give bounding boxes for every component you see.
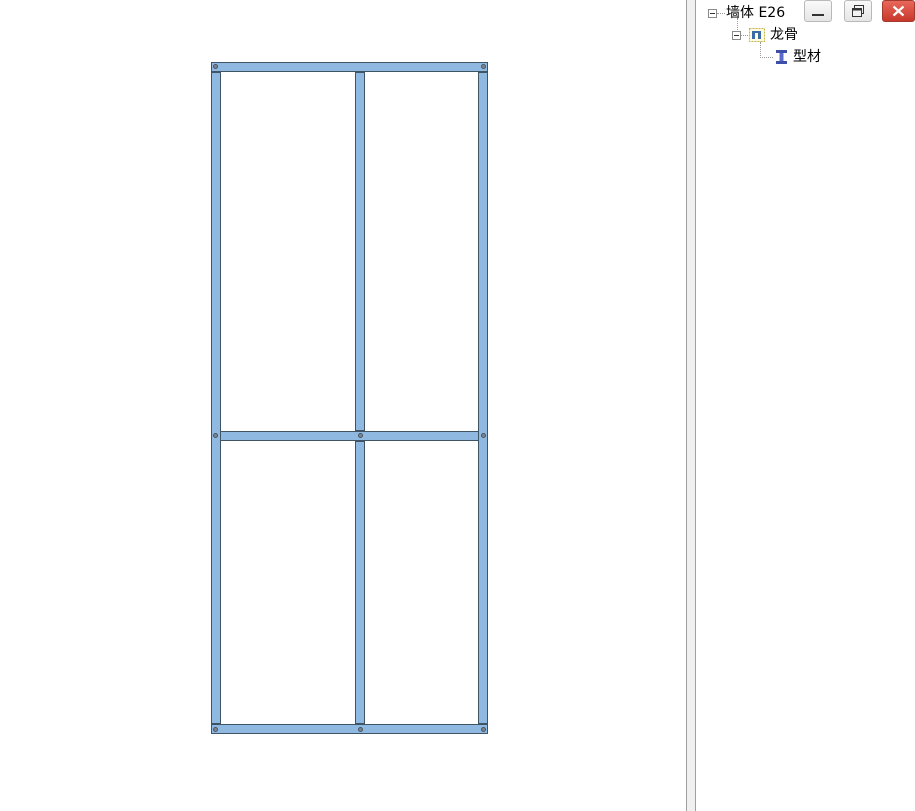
joint-node[interactable]	[358, 727, 363, 732]
joint-node[interactable]	[213, 64, 218, 69]
restore-button[interactable]	[844, 0, 872, 22]
structure-tree-panel: 墙体 E26 龙骨 型材	[696, 0, 915, 811]
joint-node[interactable]	[481, 433, 486, 438]
left-stud[interactable]	[211, 72, 221, 724]
tree-item-label: 型材	[793, 49, 821, 65]
joint-node[interactable]	[481, 727, 486, 732]
center-stud-upper[interactable]	[355, 72, 365, 431]
close-button[interactable]	[882, 0, 915, 22]
close-icon	[892, 5, 905, 17]
right-stud[interactable]	[478, 72, 488, 724]
minus-box-icon[interactable]	[732, 31, 741, 40]
minimize-icon	[812, 14, 824, 16]
center-stud-lower[interactable]	[355, 441, 365, 724]
panel-splitter[interactable]	[686, 0, 696, 811]
bottom-rail[interactable]	[211, 724, 488, 734]
keel-group-icon	[749, 28, 765, 42]
restore-icon	[852, 5, 864, 17]
tree-item-profile[interactable]: 型材	[696, 46, 846, 68]
top-rail[interactable]	[211, 62, 488, 72]
drawing-canvas[interactable]	[0, 0, 686, 811]
i-beam-icon	[776, 50, 787, 64]
joint-node[interactable]	[213, 727, 218, 732]
minus-box-icon[interactable]	[708, 9, 717, 18]
tree-item-wall[interactable]: 墙体 E26	[696, 2, 806, 24]
joint-node[interactable]	[358, 433, 363, 438]
joint-node[interactable]	[213, 433, 218, 438]
tree-item-label: 墙体 E26	[726, 5, 786, 21]
tree-item-label: 龙骨	[770, 27, 798, 43]
tree-item-keel[interactable]: 龙骨	[696, 24, 816, 46]
middle-rail[interactable]	[211, 431, 488, 441]
joint-node[interactable]	[481, 64, 486, 69]
minimize-button[interactable]	[804, 0, 832, 22]
